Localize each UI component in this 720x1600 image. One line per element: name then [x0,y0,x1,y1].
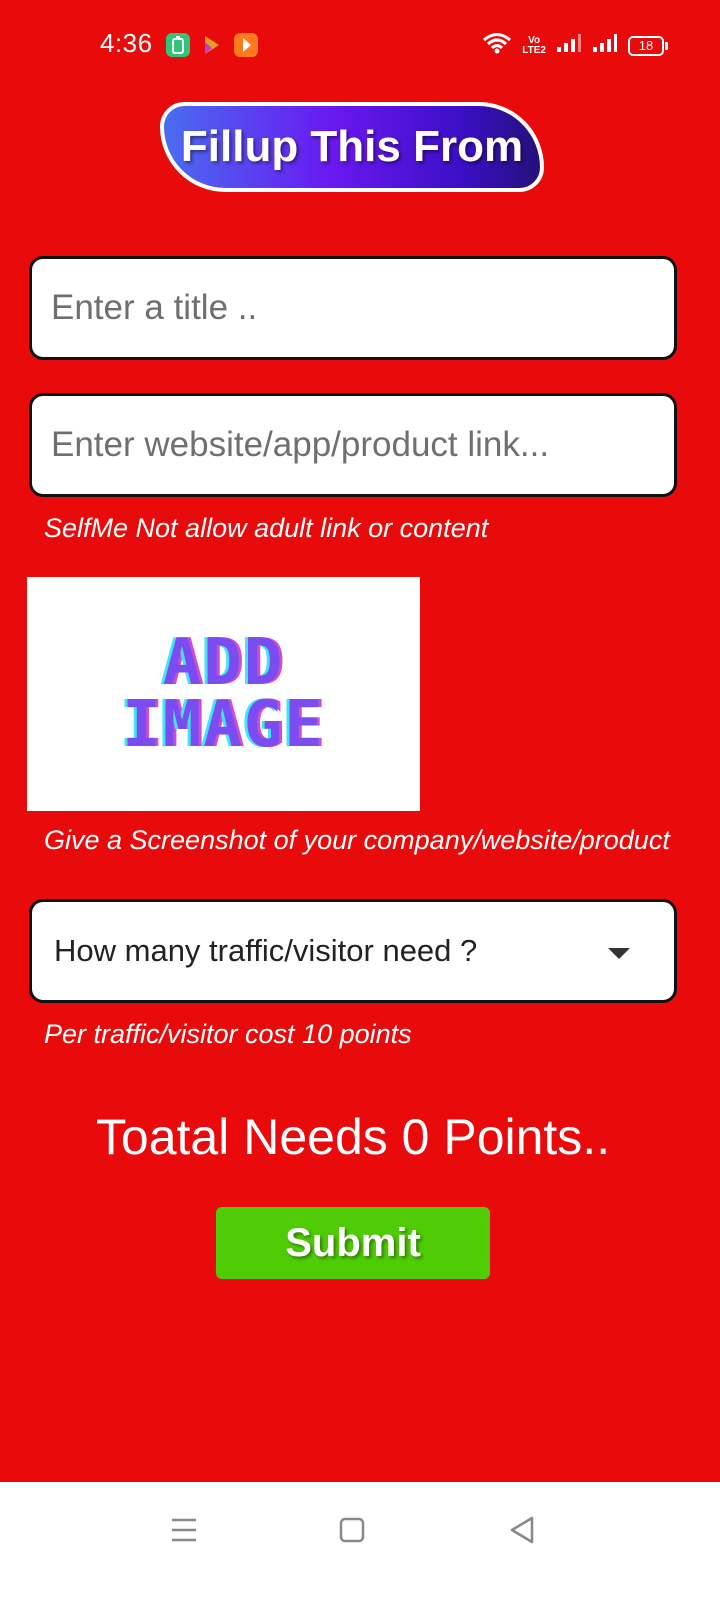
link-note: SelfMe Not allow adult link or content [44,513,489,543]
title-input[interactable] [32,259,674,357]
add-image-line2: IMAGE [122,688,325,762]
page-title: Fillup This From [180,122,524,171]
status-bar: 4:36 Vo LTE2 18 [0,0,720,90]
volte-icon: Vo LTE2 [522,35,546,56]
media-app-icon [200,33,224,57]
wifi-icon [482,32,512,59]
traffic-select[interactable]: How many traffic/visitor need ? [29,899,677,1003]
back-icon[interactable] [502,1510,542,1550]
link-input[interactable] [32,396,674,494]
status-time: 4:36 [100,28,153,58]
add-image-line1: ADD [162,626,285,700]
image-note: Give a Screenshot of your company/websit… [44,825,670,855]
battery-level: 18 [638,38,654,53]
link-field [29,393,677,497]
signal-icon [592,33,618,58]
header-banner: Fillup This From [160,102,544,192]
video-app-icon [234,33,258,57]
home-icon[interactable] [332,1510,372,1550]
submit-button[interactable]: Submit [216,1207,490,1279]
traffic-select-value: How many traffic/visitor need ? [54,933,478,968]
traffic-note: Per traffic/visitor cost 10 points [44,1019,412,1049]
battery-saver-icon [166,33,190,57]
system-nav-bar [0,1482,720,1600]
title-field [29,256,677,360]
chevron-down-icon [608,948,630,959]
battery-icon: 18 [628,35,668,56]
add-image-button[interactable]: ADD IMAGE [27,577,420,811]
status-indicators: Vo LTE2 18 [482,32,668,59]
signal-icon [556,33,582,58]
recent-apps-icon[interactable] [164,1510,204,1550]
total-points: Toatal Needs 0 Points.. [95,1109,611,1165]
volte-line2: LTE2 [522,44,546,56]
status-app-icons [166,33,258,57]
